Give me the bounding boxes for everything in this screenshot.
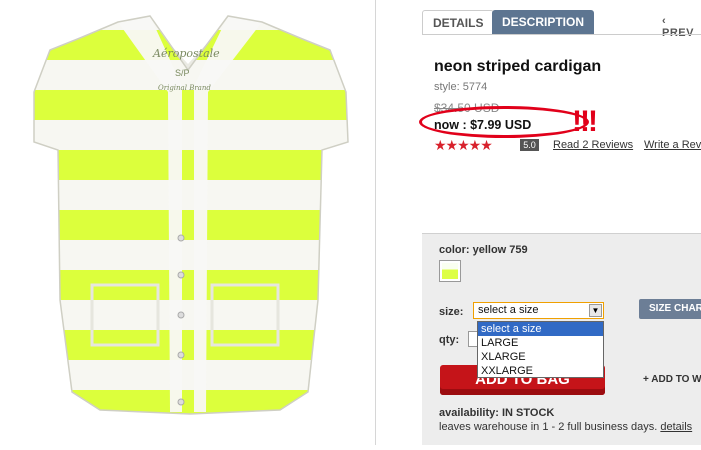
add-to-wishlist-link[interactable]: + ADD TO W: [643, 374, 701, 385]
size-dropdown-list: select a size LARGE XLARGE XXLARGE: [477, 321, 604, 378]
shipping-text: leaves warehouse in 1 - 2 full business …: [439, 421, 658, 433]
color-label: color: yellow 759: [439, 244, 528, 256]
size-option[interactable]: select a size: [478, 322, 603, 336]
availability-status: availability: IN STOCK: [439, 407, 555, 419]
shipping-note: leaves warehouse in 1 - 2 full business …: [439, 421, 692, 433]
qty-label: qty:: [439, 334, 460, 346]
tab-details[interactable]: DETAILS: [422, 10, 494, 35]
size-label: size:: [439, 306, 464, 318]
cardigan-image: [33, 15, 349, 415]
size-option[interactable]: LARGE: [478, 336, 603, 350]
details-panel: DETAILS DESCRIPTION ‹ PREV neon striped …: [376, 0, 701, 445]
size-chart-button[interactable]: SIZE CHART: [639, 299, 701, 319]
star-rating: ★★★★★: [434, 137, 493, 153]
details-link[interactable]: details: [660, 421, 692, 433]
write-review-link[interactable]: Write a Review: [644, 139, 701, 151]
size-option[interactable]: XXLARGE: [478, 364, 603, 378]
price-circle-annotation: [419, 106, 589, 138]
color-swatch[interactable]: [439, 260, 461, 282]
exclamation-annotation: !!!: [572, 105, 598, 138]
chevron-down-icon[interactable]: ▼: [589, 304, 602, 317]
tag-size: S/P: [175, 68, 190, 78]
tab-description[interactable]: DESCRIPTION: [492, 10, 594, 34]
read-reviews-link[interactable]: Read 2 Reviews: [553, 139, 633, 151]
swatch-fill: [442, 263, 458, 279]
product-title: neon striped cardigan: [434, 58, 602, 75]
prev-link[interactable]: ‹ PREV: [662, 15, 701, 39]
tab-divider: [422, 34, 701, 35]
product-image: Aéropostale S/P Original Brand: [0, 0, 375, 445]
rating-value-badge: 5.0: [520, 139, 539, 151]
brand-logo: Aéropostale: [153, 47, 220, 60]
size-select-value: select a size: [478, 304, 539, 316]
size-select[interactable]: select a size ▼: [473, 302, 604, 319]
tag-sub: Original Brand: [158, 84, 211, 92]
size-option[interactable]: XLARGE: [478, 350, 603, 364]
product-style: style: 5774: [434, 81, 488, 93]
